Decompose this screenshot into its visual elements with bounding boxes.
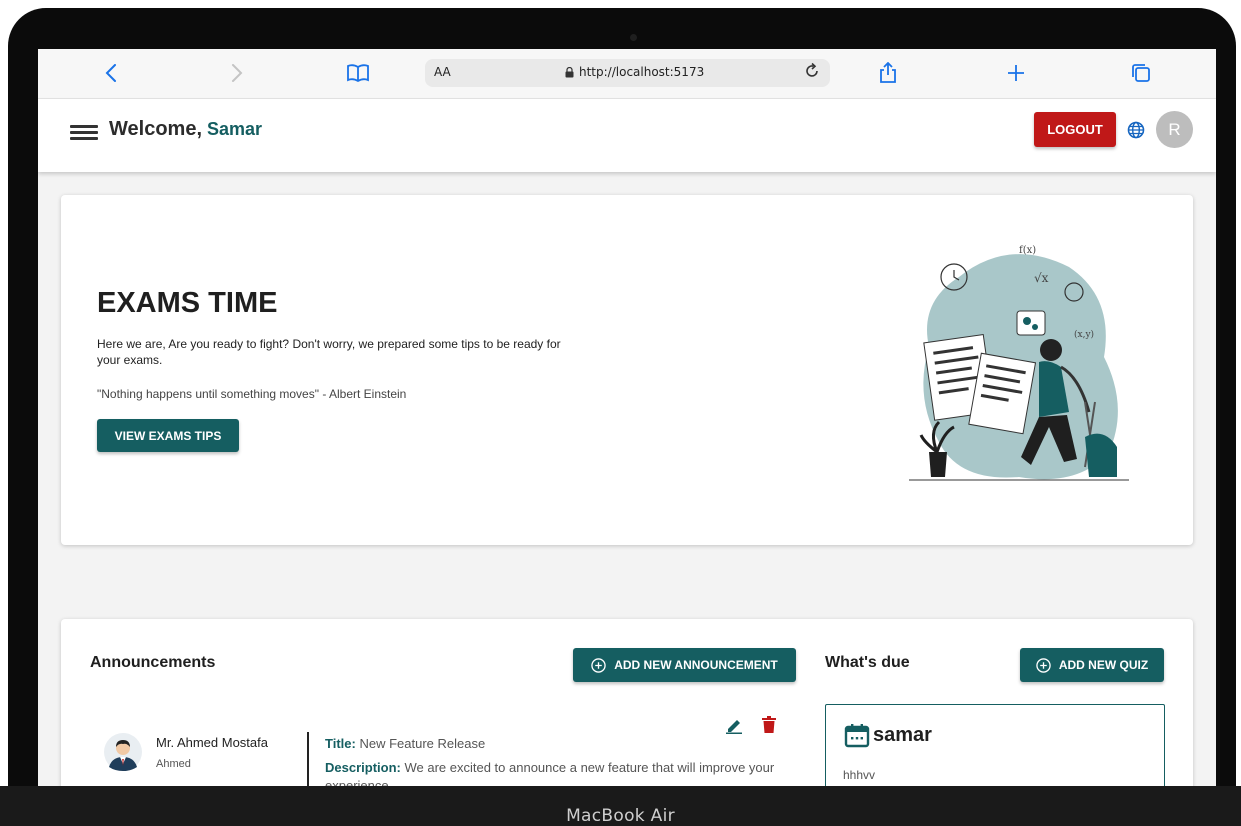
- device-model-label: MacBook Air: [566, 806, 675, 826]
- address-bar[interactable]: AA http://localhost:5173: [425, 59, 830, 87]
- banner-quote: "Nothing happens until something moves" …: [97, 387, 407, 401]
- welcome-label: Welcome,: [109, 118, 202, 140]
- banner-description: Here we are, Are you ready to fight? Don…: [97, 337, 561, 367]
- whats-due-title: What's due: [825, 654, 910, 671]
- laptop-bottom-bezel: MacBook Air: [0, 786, 1241, 826]
- globe-icon[interactable]: [1127, 121, 1145, 139]
- calendar-icon: [844, 724, 870, 748]
- bookmarks-icon[interactable]: [345, 59, 371, 87]
- url-text: http://localhost:5173: [579, 65, 705, 79]
- announcement-title: New Feature Release: [359, 736, 486, 751]
- lock-icon: [565, 66, 574, 77]
- announcement-description-line: Description: We are excited to announce …: [325, 759, 775, 786]
- svg-text:f(x): f(x): [1019, 245, 1036, 256]
- description-label: Description:: [325, 760, 401, 775]
- svg-text:(x,y): (x,y): [1074, 329, 1094, 340]
- add-quiz-label: ADD NEW QUIZ: [1058, 658, 1149, 672]
- dashboard-lower-card: Announcements ADD NEW ANNOUNCEMENT What'…: [61, 619, 1193, 786]
- text-size-button[interactable]: AA: [434, 65, 451, 79]
- screen: AA http://localhost:5173 Welcome, Samar L…: [38, 49, 1216, 786]
- exams-banner: EXAMS TIME Here we are, Are you ready to…: [61, 195, 1193, 545]
- reload-icon[interactable]: [802, 61, 822, 84]
- student-studying-illustration: f(x) √x (x,y): [909, 245, 1129, 481]
- announcement-title-line: Title: New Feature Release: [325, 736, 485, 751]
- logout-button[interactable]: LOGOUT: [1034, 112, 1116, 147]
- view-exams-tips-button[interactable]: VIEW EXAMS TIPS: [97, 419, 239, 452]
- edit-icon[interactable]: [725, 716, 743, 734]
- user-avatar[interactable]: R: [1156, 111, 1193, 148]
- due-item-subtitle: hhhvv: [843, 768, 876, 782]
- tabs-overview-icon[interactable]: [1130, 59, 1152, 87]
- user-name: Samar: [207, 119, 263, 139]
- add-new-quiz-button[interactable]: ADD NEW QUIZ: [1020, 648, 1164, 682]
- delete-icon[interactable]: [762, 716, 776, 733]
- add-new-announcement-button[interactable]: ADD NEW ANNOUNCEMENT: [573, 648, 796, 682]
- announcement-divider: [307, 732, 309, 786]
- share-icon[interactable]: [878, 59, 898, 87]
- announcement-author: Mr. Ahmed Mostafa: [156, 735, 268, 750]
- forward-icon[interactable]: [226, 59, 248, 87]
- announcement-username: Ahmed: [156, 758, 191, 770]
- add-circle-icon: [591, 657, 606, 673]
- due-item-card[interactable]: samar hhhvv: [825, 704, 1165, 786]
- hamburger-menu-icon[interactable]: [70, 122, 98, 144]
- due-item-name: samar: [873, 724, 932, 746]
- add-circle-icon: [1036, 657, 1051, 673]
- welcome-text: Welcome, Samar: [109, 118, 262, 141]
- add-announcement-label: ADD NEW ANNOUNCEMENT: [614, 658, 778, 672]
- camera: [630, 34, 637, 41]
- url-display: http://localhost:5173: [565, 65, 704, 79]
- banner-title: EXAMS TIME: [97, 287, 278, 319]
- author-avatar: [104, 733, 142, 771]
- app-header: Welcome, Samar LOGOUT R: [38, 99, 1216, 172]
- title-label: Title:: [325, 736, 356, 751]
- announcements-title: Announcements: [90, 654, 216, 671]
- new-tab-icon[interactable]: [1005, 59, 1027, 87]
- back-icon[interactable]: [100, 59, 122, 87]
- svg-text:√x: √x: [1034, 271, 1049, 285]
- browser-toolbar: AA http://localhost:5173: [38, 49, 1216, 99]
